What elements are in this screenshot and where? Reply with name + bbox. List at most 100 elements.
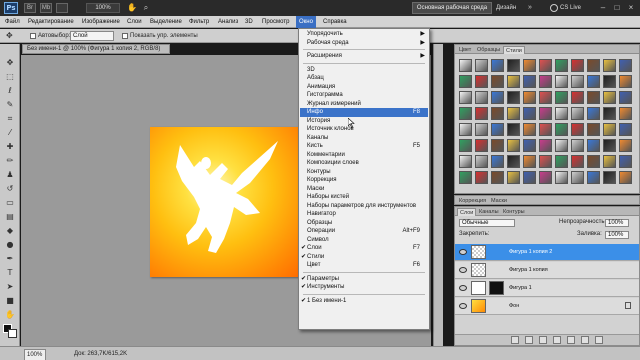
style-swatch[interactable] [619,107,632,120]
style-swatch[interactable] [475,91,488,104]
opacity-input[interactable]: 100% [605,219,629,227]
workspace-design-button[interactable]: Дизайн [496,2,516,14]
style-swatch[interactable] [523,107,536,120]
collapsed-panels-bar[interactable] [433,44,443,346]
style-swatch[interactable] [491,91,504,104]
menu-item[interactable]: Рабочая среда ▶ [300,39,428,48]
show-controls-checkbox[interactable] [122,33,128,39]
style-swatch[interactable] [491,75,504,88]
style-swatch[interactable] [539,139,552,152]
style-swatch[interactable] [507,91,520,104]
style-swatch[interactable] [571,139,584,152]
blur-tool-icon[interactable]: ◆ [4,226,16,236]
menu-view[interactable]: Просмотр [259,16,292,28]
style-swatch[interactable] [523,171,536,184]
style-swatch[interactable] [459,171,472,184]
style-swatch[interactable] [555,139,568,152]
style-swatch[interactable] [555,75,568,88]
style-swatch[interactable] [555,107,568,120]
style-swatch[interactable] [619,91,632,104]
tab-paths[interactable]: Контуры [501,208,527,216]
style-swatch[interactable] [619,139,632,152]
zoom-select[interactable]: 100% [86,3,120,13]
style-swatch[interactable] [603,155,616,168]
menu-edit[interactable]: Редактирование [25,16,77,28]
lasso-tool-icon[interactable]: ℓ [4,86,16,96]
style-swatch[interactable] [619,123,632,136]
workspace-essentials-button[interactable]: Основная рабочая среда [412,2,492,14]
style-swatch[interactable] [475,75,488,88]
style-swatch[interactable] [475,155,488,168]
visibility-eye-icon[interactable] [459,249,467,255]
cslive-icon[interactable] [550,4,558,12]
style-swatch[interactable] [523,91,536,104]
style-swatch[interactable] [539,107,552,120]
eyedropper-tool-icon[interactable]: ⁄ [4,128,16,138]
style-swatch[interactable] [459,155,472,168]
style-swatch[interactable] [571,75,584,88]
autoselect-checkbox[interactable] [30,33,36,39]
style-swatch[interactable] [571,155,584,168]
style-swatch[interactable] [507,75,520,88]
minibridge-icon[interactable]: Mb [40,3,52,13]
layer-row[interactable]: Фигура 1 копия 2 [455,244,639,261]
style-swatch[interactable] [507,107,520,120]
style-swatch[interactable] [555,123,568,136]
tab-color[interactable]: Цвет [457,46,473,54]
style-swatch[interactable] [507,123,520,136]
style-swatch[interactable] [523,139,536,152]
style-swatch[interactable] [507,171,520,184]
style-swatch[interactable] [459,91,472,104]
menu-item[interactable]: 1 Без имени-1 ✔ [300,297,428,306]
style-swatch[interactable] [459,59,472,72]
cslive-label[interactable]: CS Live [560,3,581,13]
tab-masks[interactable]: Маски [489,197,509,205]
style-swatch[interactable] [555,59,568,72]
move-tool-icon[interactable]: ✥ [4,58,16,68]
style-swatch[interactable] [539,75,552,88]
style-swatch[interactable] [475,171,488,184]
style-swatch[interactable] [523,155,536,168]
path-select-tool-icon[interactable]: ➤ [4,282,16,292]
menu-analysis[interactable]: Анализ [215,16,241,28]
style-swatch[interactable] [523,59,536,72]
style-swatch[interactable] [491,139,504,152]
shape-tool-icon[interactable]: ■ [4,296,16,306]
tab-styles[interactable]: Стили [503,46,525,54]
new-layer-icon[interactable] [581,336,589,344]
type-tool-icon[interactable]: T [4,268,16,278]
menu-select[interactable]: Выделение [147,16,185,28]
style-swatch[interactable] [603,107,616,120]
style-swatch[interactable] [555,155,568,168]
menu-file[interactable]: Файл [2,16,23,28]
style-swatch[interactable] [603,139,616,152]
style-swatch[interactable] [539,59,552,72]
style-swatch[interactable] [475,107,488,120]
style-swatch[interactable] [459,139,472,152]
document-tab[interactable]: Без имени-1 @ 100% (Фигура 1 копия 2, RG… [22,44,170,54]
menu-help[interactable]: Справка [320,16,350,28]
link-layers-icon[interactable] [511,336,519,344]
style-swatch[interactable] [587,75,600,88]
menu-image[interactable]: Изображение [79,16,123,28]
tab-swatches[interactable]: Образцы [475,46,502,54]
status-zoom[interactable]: 100% [24,349,46,360]
style-swatch[interactable] [539,155,552,168]
fill-input[interactable]: 100% [605,231,629,239]
style-swatch[interactable] [587,91,600,104]
style-swatch[interactable] [603,75,616,88]
style-swatch[interactable] [619,171,632,184]
style-swatch[interactable] [603,59,616,72]
gradient-tool-icon[interactable]: ▤ [4,212,16,222]
style-swatch[interactable] [491,59,504,72]
healing-tool-icon[interactable]: ✚ [4,142,16,152]
style-swatch[interactable] [587,59,600,72]
guides-icon[interactable] [56,3,68,13]
style-swatch[interactable] [475,139,488,152]
background-color-swatch[interactable] [8,329,17,338]
tab-adjustments[interactable]: Коррекция [457,197,488,205]
tab-channels[interactable]: Каналы [477,208,501,216]
visibility-eye-icon[interactable] [459,303,467,309]
eraser-tool-icon[interactable]: ▭ [4,198,16,208]
move-tool-icon[interactable]: ✥ [6,31,18,41]
